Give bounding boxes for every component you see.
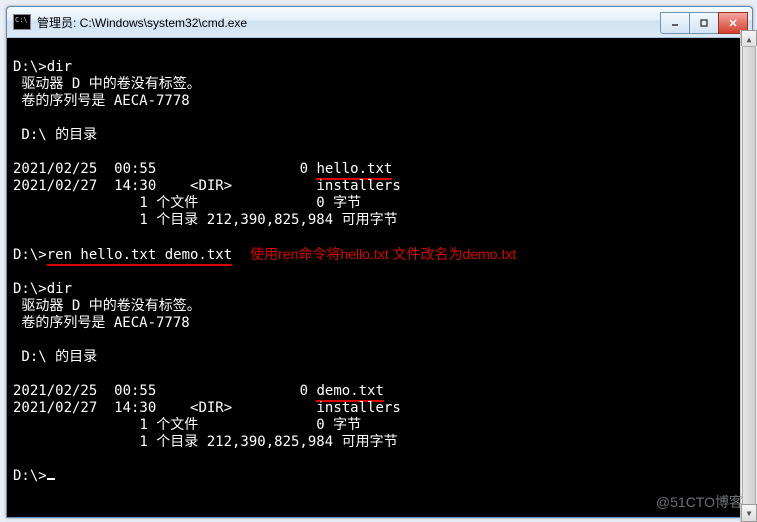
list1-summary-dirs: 1 个目录 212,390,825,984 可用字节 xyxy=(13,212,398,228)
prompt: D:\> xyxy=(13,59,47,75)
list1-row1-size: 0 xyxy=(300,161,308,177)
scroll-track[interactable] xyxy=(741,46,753,506)
vertical-scrollbar[interactable]: ▲ ▼ xyxy=(740,30,753,518)
list1-row1-datetime: 2021/02/25 00:55 xyxy=(13,161,156,177)
scroll-thumb[interactable] xyxy=(742,46,753,508)
annotation-text: 使用ren命令将hello.txt 文件改名为demo.txt xyxy=(250,246,516,262)
volume-line-2: 卷的序列号是 AECA-7778 xyxy=(13,93,190,109)
window-controls xyxy=(661,12,748,32)
list1-row2-datetime: 2021/02/27 14:30 xyxy=(13,178,156,194)
cursor xyxy=(47,478,55,480)
list2-row2-datetime: 2021/02/27 14:30 xyxy=(13,400,156,416)
titlebar[interactable]: 管理员: C:\Windows\system32\cmd.exe xyxy=(7,7,752,38)
list2-row1-size: 0 xyxy=(300,383,308,399)
volume-line-1b: 驱动器 D 中的卷没有标签。 xyxy=(13,298,201,314)
volume-line-1: 驱动器 D 中的卷没有标签。 xyxy=(13,76,201,92)
command-ren: ren hello.txt demo.txt xyxy=(47,247,232,266)
prompt: D:\> xyxy=(13,468,47,484)
prompt: D:\> xyxy=(13,281,47,297)
list1-row2-name: installers xyxy=(316,178,400,194)
cmd-window: 管理员: C:\Windows\system32\cmd.exe D:\>dir… xyxy=(6,6,753,518)
list2-row2-name: installers xyxy=(316,400,400,416)
list2-summary-dirs: 1 个目录 212,390,825,984 可用字节 xyxy=(13,434,398,450)
list1-row2-dir: <DIR> xyxy=(190,178,232,194)
volume-line-2b: 卷的序列号是 AECA-7778 xyxy=(13,315,190,331)
list2-summary-files: 1 个文件 0 字节 xyxy=(13,417,361,433)
window-title: 管理员: C:\Windows\system32\cmd.exe xyxy=(37,14,661,31)
list2-row2-dir: <DIR> xyxy=(190,400,232,416)
command-dir-2: dir xyxy=(47,281,72,297)
list1-summary-files: 1 个文件 0 字节 xyxy=(13,195,361,211)
watermark: @51CTO博客 xyxy=(656,492,743,512)
command-dir-1: dir xyxy=(47,59,72,75)
minimize-button[interactable] xyxy=(660,12,690,34)
cmd-icon xyxy=(13,14,31,30)
terminal-output[interactable]: D:\>dir 驱动器 D 中的卷没有标签。 卷的序列号是 AECA-7778 … xyxy=(7,38,752,517)
list2-row1-datetime: 2021/02/25 00:55 xyxy=(13,383,156,399)
prompt: D:\> xyxy=(13,247,47,263)
directory-of-line: D:\ 的目录 xyxy=(13,127,97,143)
directory-of-line-b: D:\ 的目录 xyxy=(13,349,97,365)
maximize-button[interactable] xyxy=(689,12,719,34)
